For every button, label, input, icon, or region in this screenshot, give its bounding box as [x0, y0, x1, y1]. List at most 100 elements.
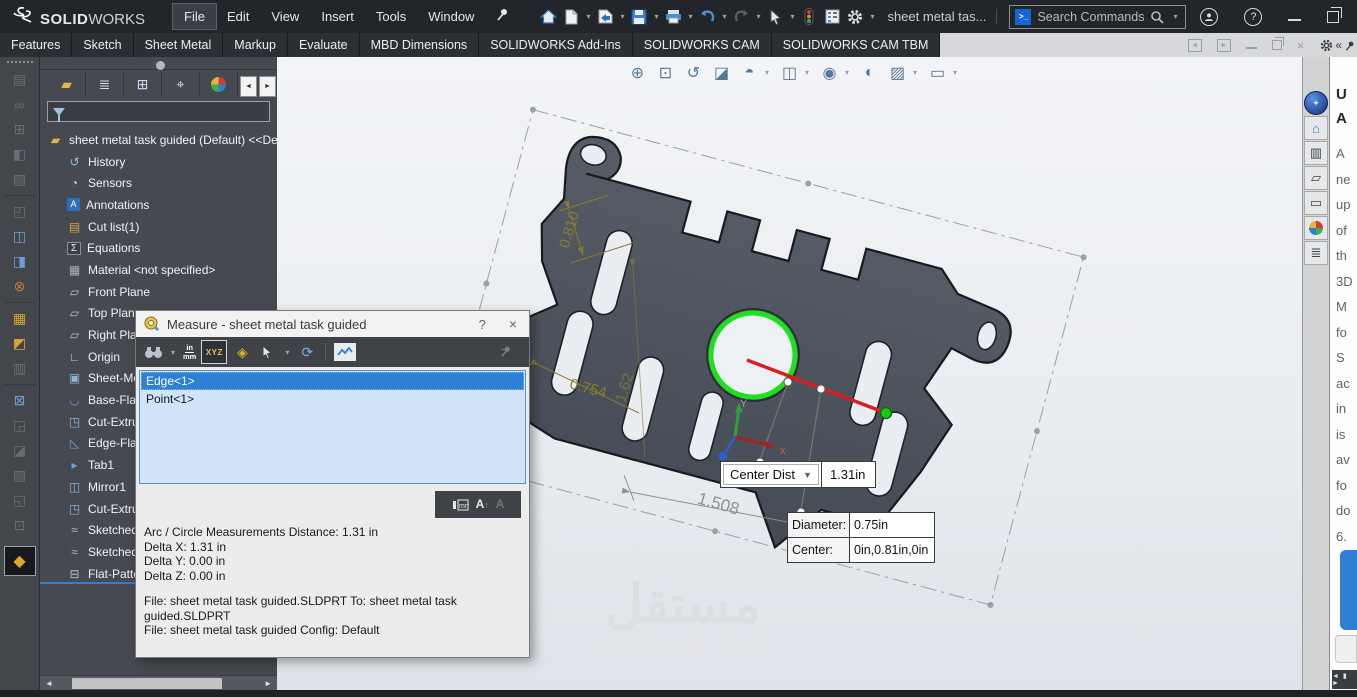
apply-scene-dropdown[interactable]: ▾ — [913, 68, 922, 77]
tool-button-12[interactable] — [4, 356, 36, 381]
doc-restore-button[interactable] — [1271, 37, 1284, 50]
tree-horizontal-scrollbar[interactable]: ◄ ► — [40, 675, 277, 690]
print-dropdown[interactable]: ▾ — [685, 12, 695, 21]
doc-close-button[interactable]: × — [1297, 38, 1305, 53]
task-pane-secondary-button-clipped[interactable] — [1335, 635, 1357, 663]
rebuild-traffic-light-button[interactable] — [798, 5, 820, 29]
search-icon[interactable] — [1150, 10, 1165, 24]
task-pane-gear-icon[interactable] — [1320, 39, 1333, 52]
tree-item-history[interactable]: History — [40, 151, 277, 173]
account-icon[interactable] — [1200, 7, 1219, 26]
tab-sketch[interactable]: Sketch — [72, 33, 134, 57]
tab-dimxpert-manager[interactable] — [162, 72, 200, 97]
search-commands-box[interactable]: Search Commands ▾ — [1009, 4, 1187, 29]
units-ruler-icon[interactable]: mm — [452, 499, 469, 511]
panel-splitter[interactable] — [40, 57, 277, 70]
scrollbar-thumb[interactable] — [71, 677, 222, 689]
tab-solidworks-add-ins[interactable]: SOLIDWORKS Add-Ins — [479, 33, 633, 57]
dialog-help-button[interactable]: ? — [479, 317, 486, 332]
tool-button-18[interactable] — [4, 513, 36, 538]
tree-root-item[interactable]: sheet metal task guided (Default) <<Defa — [40, 129, 277, 151]
tab-features[interactable]: Features — [0, 33, 73, 57]
measure-selection-list[interactable]: Edge<1> Point<1> — [139, 370, 526, 484]
binoculars-dropdown[interactable]: ▾ — [168, 348, 178, 357]
tool-button-2[interactable] — [4, 92, 36, 117]
zoom-fit-icon[interactable] — [625, 60, 650, 85]
solidworks-resources-icon[interactable]: ✦ — [1304, 91, 1328, 115]
menu-edit[interactable]: Edit — [216, 4, 260, 29]
minimize-button[interactable] — [1288, 13, 1302, 21]
leader-anchor-2[interactable] — [816, 384, 826, 394]
restore-button[interactable] — [1327, 6, 1343, 23]
tool-button-11[interactable] — [4, 331, 36, 356]
dialog-close-button[interactable]: × — [509, 316, 517, 332]
tool-button-4[interactable] — [4, 142, 36, 167]
menu-view[interactable]: View — [260, 4, 310, 29]
redo-button[interactable] — [730, 5, 752, 29]
new-document-dropdown[interactable]: ▾ — [583, 12, 593, 21]
options-gear-button[interactable] — [844, 5, 866, 29]
file-properties-button[interactable] — [821, 5, 843, 29]
view-palette-icon[interactable] — [1304, 191, 1328, 215]
measure-endpoint[interactable] — [879, 406, 893, 420]
save-button[interactable] — [628, 5, 650, 29]
tool-button-5[interactable] — [4, 167, 36, 192]
select-button[interactable] — [764, 5, 786, 29]
view-orientation-dropdown[interactable]: ▾ — [765, 68, 774, 77]
tool-button-7[interactable] — [4, 224, 36, 249]
search-dropdown[interactable]: ▾ — [1170, 12, 1180, 21]
scroll-right-icon[interactable]: ► — [259, 679, 277, 688]
point-to-point-icon[interactable] — [232, 340, 252, 364]
design-library-icon[interactable] — [1304, 141, 1328, 165]
scroll-left-icon[interactable]: ◄ — [40, 679, 58, 688]
view-orientation-icon[interactable] — [737, 60, 762, 85]
create-sensor-icon[interactable] — [334, 343, 357, 361]
tree-item-sensors[interactable]: Sensors — [40, 172, 277, 194]
task-pane-pin-icon[interactable] — [1344, 40, 1355, 51]
tool-button-17[interactable] — [4, 488, 36, 513]
tab-solidworks-cam-tbm[interactable]: SOLIDWORKS CAM TBM — [772, 33, 941, 57]
tree-item-annotations[interactable]: Annotations — [40, 194, 277, 216]
next-document-icon[interactable]: ► — [1216, 38, 1231, 52]
home-tab-icon[interactable] — [1304, 116, 1328, 140]
panel-tab-scroll-right[interactable]: ► — [259, 76, 276, 97]
tree-filter-input[interactable] — [47, 101, 270, 122]
tool-button-9[interactable] — [4, 274, 36, 299]
options-dropdown[interactable]: ▾ — [867, 12, 877, 21]
search-input[interactable]: Search Commands — [1037, 10, 1144, 24]
menu-file[interactable]: File — [172, 3, 217, 30]
dimension-1508[interactable]: 1.508 — [695, 489, 741, 519]
custom-properties-icon[interactable] — [1304, 241, 1328, 265]
open-dropdown[interactable]: ▾ — [617, 12, 627, 21]
task-pane-button-clipped[interactable] — [1340, 550, 1357, 630]
decrease-font-icon[interactable]: A — [496, 497, 505, 512]
display-style-icon[interactable] — [777, 60, 802, 85]
menu-insert[interactable]: Insert — [310, 4, 365, 29]
tab-sheet-metal[interactable]: Sheet Metal — [134, 33, 224, 57]
appearances-icon[interactable] — [1304, 216, 1328, 240]
print-button[interactable] — [662, 5, 684, 29]
previous-document-icon[interactable]: ◄ — [1187, 38, 1202, 52]
tool-button-14[interactable] — [4, 413, 36, 438]
tab-mbd-dimensions[interactable]: MBD Dimensions — [360, 33, 480, 57]
tree-item-material[interactable]: Material <not specified> — [40, 259, 277, 281]
panel-tab-scroll-left[interactable]: ◄ — [240, 76, 257, 97]
tree-item-cut-list[interactable]: Cut list(1) — [40, 216, 277, 238]
tool-button-8[interactable] — [4, 249, 36, 274]
redo-dropdown[interactable]: ▾ — [753, 12, 763, 21]
sheet-metal-part[interactable] — [434, 106, 1087, 609]
increase-font-icon[interactable]: A — [476, 497, 489, 513]
hide-show-dropdown[interactable]: ▾ — [845, 68, 854, 77]
view-settings-icon[interactable] — [925, 60, 950, 85]
active-tool-button[interactable] — [3, 546, 36, 576]
tool-button-10[interactable] — [4, 306, 36, 331]
leader-anchor-1[interactable] — [783, 377, 793, 387]
open-button[interactable] — [594, 5, 616, 29]
menu-tools[interactable]: Tools — [365, 4, 417, 29]
display-style-dropdown[interactable]: ▾ — [805, 68, 814, 77]
xyz-measure-button[interactable]: XYZ — [201, 340, 228, 364]
menu-window[interactable]: Window — [417, 4, 485, 29]
tab-property-manager[interactable] — [86, 72, 124, 97]
measure-mode-dropdown[interactable]: Center Dist ▼ — [723, 464, 819, 485]
zoom-area-icon[interactable] — [653, 60, 678, 85]
